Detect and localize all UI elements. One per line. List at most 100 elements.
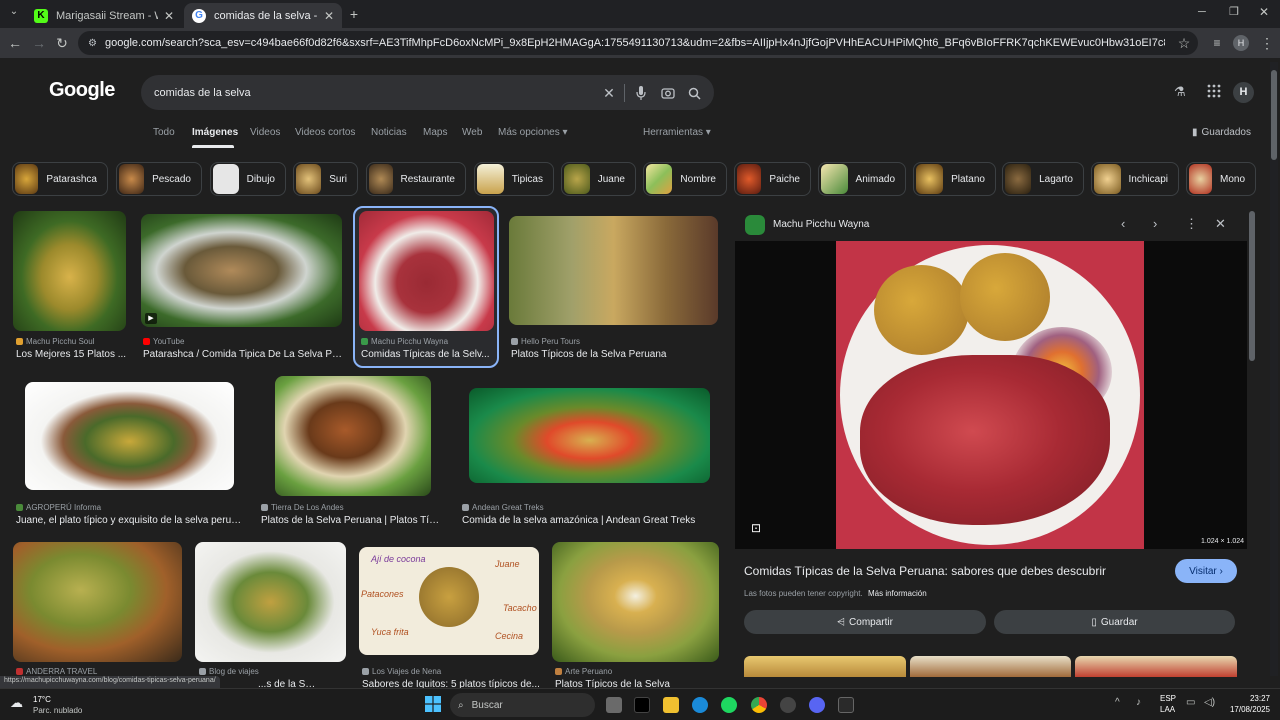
related-image[interactable] (744, 656, 906, 677)
previous-icon[interactable]: ‹ (1121, 216, 1125, 231)
result-title[interactable]: Platos Típicos de la Selva Peruana (511, 349, 717, 360)
tab-google-search[interactable]: G comidas de la selva - Buscar co ✕ (184, 3, 342, 28)
page-scrollbar-thumb[interactable] (1271, 70, 1277, 160)
chip-tipicas[interactable]: Tipicas (474, 162, 554, 196)
search-icon[interactable] (685, 84, 703, 102)
weather-cloud-icon[interactable]: ☁ (10, 695, 23, 711)
windows-start-icon[interactable] (425, 696, 441, 712)
chip-inchicapi[interactable]: Inchicapi (1091, 162, 1179, 196)
lens-camera-icon[interactable] (659, 84, 677, 102)
account-avatar[interactable]: H (1233, 82, 1254, 103)
clock-time[interactable]: 23:27 (1230, 694, 1270, 703)
back-icon[interactable]: ← (5, 33, 25, 53)
result-thumbnail[interactable] (509, 216, 718, 325)
network-icon[interactable]: ▭ (1186, 697, 1195, 708)
app-icon[interactable] (780, 697, 796, 713)
next-icon[interactable]: › (1153, 216, 1157, 231)
close-window-icon[interactable]: ✕ (1259, 5, 1269, 19)
file-explorer-icon[interactable] (663, 697, 679, 713)
temperature[interactable]: 17°C (33, 695, 51, 704)
result-thumbnail[interactable] (195, 542, 346, 662)
google-logo[interactable]: Google (49, 79, 115, 102)
tab-stream[interactable]: K Marigasaii Stream - Watch Live ✕ (26, 3, 182, 28)
related-image[interactable] (910, 656, 1071, 677)
result-thumbnail[interactable] (469, 388, 710, 483)
chip-restaurante[interactable]: Restaurante (366, 162, 466, 196)
forward-icon[interactable]: → (29, 33, 49, 53)
result-thumbnail[interactable] (13, 542, 182, 662)
tab-more-options[interactable]: Más opciones ▾ (498, 127, 568, 138)
result-title[interactable]: Patarashca / Comida Tipica De La Selva P… (143, 349, 343, 360)
chip-dibujo[interactable]: Dibujo (210, 162, 286, 196)
more-info-link[interactable]: Más información (868, 589, 927, 598)
labs-flask-icon[interactable]: ⚗ (1174, 84, 1186, 100)
minimize-icon[interactable]: ─ (1198, 6, 1206, 18)
epic-games-icon[interactable] (838, 697, 854, 713)
chip-platano[interactable]: Platano (913, 162, 996, 196)
tab-images[interactable]: Imágenes (192, 127, 238, 138)
tab-news[interactable]: Noticias (371, 127, 407, 138)
chevron-up-icon[interactable]: ^ (1115, 697, 1120, 708)
tab-videos[interactable]: Videos (250, 127, 280, 138)
maximize-icon[interactable]: ❐ (1229, 5, 1239, 18)
browser-menu-icon[interactable]: ⋮ (1257, 33, 1277, 53)
site-info-icon[interactable]: ⚙ (88, 38, 97, 49)
chip-lagarto[interactable]: Lagarto (1002, 162, 1084, 196)
share-button[interactable]: ⩤ Compartir (744, 610, 986, 634)
result-title[interactable]: Los Mejores 15 Platos ... (16, 349, 128, 360)
lens-search-icon[interactable]: ⊡ (751, 521, 761, 535)
clear-search-icon[interactable]: ✕ (600, 84, 618, 102)
saved-link[interactable]: ▮ Guardados (1192, 127, 1251, 138)
result-thumbnail[interactable] (359, 211, 494, 331)
result-title[interactable]: Comidas Típicas de la Selv... (361, 349, 493, 360)
reading-list-icon[interactable]: ≡ (1207, 33, 1227, 53)
search-input[interactable]: comidas de la selva (141, 75, 714, 110)
tools-dropdown[interactable]: Herramientas ▾ (643, 127, 711, 138)
chip-nombre[interactable]: Nombre (643, 162, 727, 196)
page-scrollbar-track[interactable] (1270, 62, 1278, 676)
chip-paiche[interactable]: Paiche (734, 162, 811, 196)
apps-grid-icon[interactable] (1207, 84, 1221, 103)
result-thumbnail[interactable] (552, 542, 719, 662)
chip-suri[interactable]: Suri (293, 162, 358, 196)
tiktok-icon[interactable] (634, 697, 650, 713)
related-image[interactable] (1075, 656, 1237, 677)
result-thumbnail[interactable] (13, 211, 126, 331)
close-preview-icon[interactable]: ✕ (1215, 216, 1226, 232)
reload-icon[interactable]: ↻ (52, 33, 72, 53)
url-bar[interactable]: ⚙ google.com/search?sca_esv=c494bae66f0d… (78, 31, 1198, 55)
result-title[interactable]: Platos de la Selva Peruana | Platos Típi… (261, 515, 443, 526)
chip-juane[interactable]: Juane (561, 162, 636, 196)
close-icon[interactable]: ✕ (164, 9, 174, 23)
close-icon[interactable]: ✕ (324, 9, 334, 23)
language-code[interactable]: ESP (1160, 694, 1176, 703)
panel-scrollbar[interactable] (1249, 211, 1255, 361)
visit-button[interactable]: Visitar › (1175, 559, 1237, 583)
spotify-icon[interactable] (721, 697, 737, 713)
chip-patarashca[interactable]: Patarashca (12, 162, 108, 196)
preview-title[interactable]: Comidas Típicas de la Selva Peruana: sab… (744, 564, 1164, 578)
volume-icon[interactable]: ◁) (1204, 697, 1215, 708)
result-thumbnail[interactable] (275, 376, 431, 496)
tab-all[interactable]: Todo (153, 127, 175, 138)
result-title[interactable]: Comida de la selva amazónica | Andean Gr… (462, 515, 712, 526)
chip-animado[interactable]: Animado (818, 162, 906, 196)
more-options-icon[interactable]: ⋮ (1185, 216, 1198, 232)
preview-source[interactable]: Machu Picchu Wayna (773, 219, 869, 230)
new-tab-icon[interactable]: + (346, 6, 362, 22)
result-title[interactable]: Juane, el plato típico y exquisito de la… (16, 515, 246, 526)
task-view-icon[interactable] (606, 697, 622, 713)
tab-short-videos[interactable]: Videos cortos (295, 127, 355, 138)
microphone-icon[interactable]: ♪ (1136, 697, 1141, 708)
bookmark-star-icon[interactable]: ☆ (1174, 33, 1194, 53)
microphone-icon[interactable] (632, 84, 650, 102)
tab-search-icon[interactable]: ⌄ (6, 6, 22, 22)
result-thumbnail[interactable]: Ají de cocona Juane Patacones Tacacho Yu… (359, 547, 539, 655)
edge-icon[interactable] (692, 697, 708, 713)
result-thumbnail[interactable] (141, 214, 342, 327)
result-thumbnail[interactable] (25, 382, 234, 490)
taskbar-search[interactable]: ⌕ Buscar (450, 693, 595, 717)
chrome-icon[interactable] (751, 697, 767, 713)
profile-avatar[interactable]: H (1233, 35, 1249, 51)
discord-icon[interactable] (809, 697, 825, 713)
